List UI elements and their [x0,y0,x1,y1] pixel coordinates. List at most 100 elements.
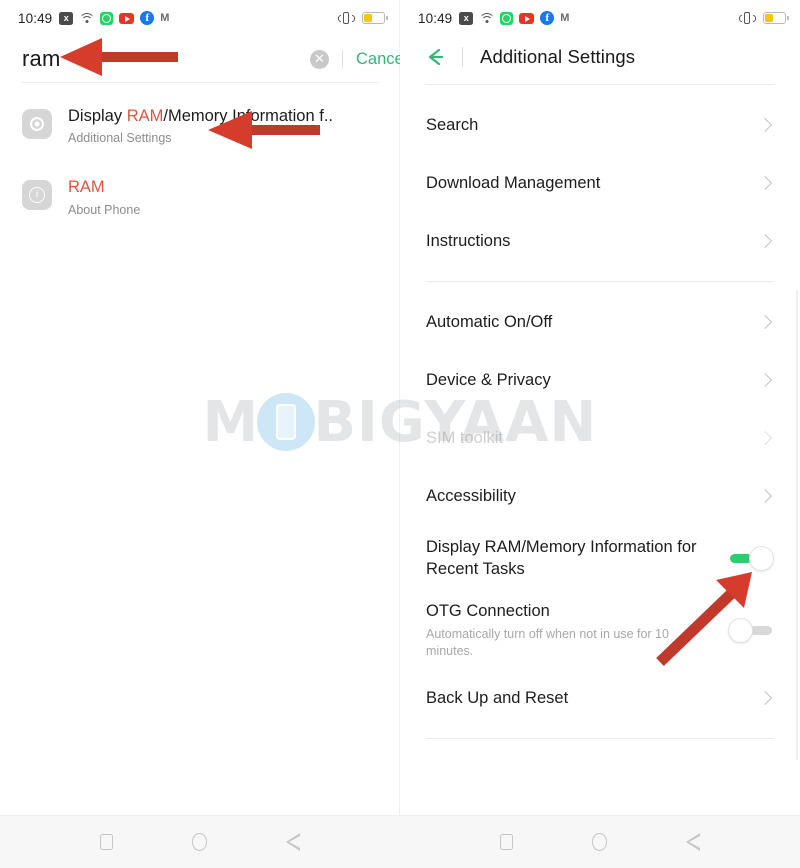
settings-row-label: Search [426,115,479,134]
settings-row-label: SIM toolkit [426,428,504,447]
row-main: Back Up and Reset [426,687,760,709]
row-main: Search [426,114,760,136]
home-circle-icon[interactable] [187,829,213,855]
nav-bar-right [400,816,800,868]
result-title-prefix-1: Display [68,107,127,125]
search-result-subtitle-1: Additional Settings [68,131,172,146]
nav-bar-left [0,816,400,868]
back-arrow-icon[interactable] [422,44,448,70]
system-navigation-bar [0,815,800,868]
app-bar-divider [462,47,463,67]
chevron-right-icon [757,233,773,249]
vertical-scrollbar[interactable] [795,290,798,760]
right-screen-additional-settings: 10:49 x f M Additional Settings Search D… [400,0,800,868]
search-result-row-1[interactable]: Display RAM/Memory Information f.. Addit… [0,97,399,154]
dual-screenshot-container: 10:49 x f M ✕ Cancel [0,0,800,868]
settings-row-label: Display RAM/Memory Information for Recen… [426,537,697,578]
settings-row-back-up-and-reset[interactable]: Back Up and Reset [400,669,800,727]
result-title-highlight-1: RAM [126,107,164,125]
search-result-text-1: Display RAM/Memory Information f.. Addit… [68,106,381,145]
settings-target-icon [22,109,52,139]
toggle-knob [728,617,753,643]
header-separator [426,84,774,85]
toggle-display-ram-memory[interactable] [728,545,774,571]
status-icon-group-right: x f M [459,11,738,25]
badge-icon: x [59,11,74,25]
status-bar-left: 10:49 x f M [0,0,399,36]
row-main: Device & Privacy [426,369,760,391]
chevron-right-icon [757,314,773,330]
settings-row-description: Automatically turn off when not in use f… [426,627,669,659]
settings-row-label: OTG Connection [426,601,550,620]
chevron-right-icon [757,175,773,191]
status-right-group [337,11,388,25]
row-main: Display RAM/Memory Information for Recen… [426,536,728,581]
status-bar-right: 10:49 x f M [400,0,800,36]
app-bar: Additional Settings [400,36,800,86]
row-main: Automatic On/Off [426,311,760,333]
search-results-list: Display RAM/Memory Information f.. Addit… [0,83,399,226]
status-time: 10:49 [18,10,53,26]
settings-row-otg-connection[interactable]: OTG Connection Automatically turn off wh… [400,591,800,669]
row-main: Download Management [426,172,760,194]
page-title: Additional Settings [480,46,636,67]
whatsapp-icon [100,11,114,25]
home-circle-icon[interactable] [587,829,613,855]
toggle-track [750,625,772,635]
toggle-otg-connection[interactable] [728,617,774,643]
clear-icon[interactable]: ✕ [310,49,329,69]
settings-row-label: Automatic On/Off [426,312,553,331]
gmail-icon: M [160,12,169,24]
youtube-icon [519,12,535,24]
settings-row-device-privacy[interactable]: Device & Privacy [400,351,800,409]
battery-icon [763,12,789,24]
settings-row-accessibility[interactable]: Accessibility [400,467,800,525]
toggle-knob [749,545,774,571]
status-time-right: 10:49 [418,10,453,26]
search-input[interactable] [22,46,310,72]
facebook-icon: f [140,11,155,25]
search-bar[interactable]: ✕ Cancel [0,36,407,82]
search-result-title-1: Display RAM/Memory Information f.. [68,107,333,125]
battery-icon [362,12,388,24]
whatsapp-icon [500,11,514,25]
chevron-right-icon [757,430,773,446]
settings-row-download-management[interactable]: Download Management [400,154,800,212]
row-main: OTG Connection Automatically turn off wh… [426,600,728,660]
back-triangle-icon[interactable] [280,829,306,855]
facebook-icon: f [540,11,555,25]
settings-row-label: Instructions [426,231,511,250]
settings-row-label: Back Up and Reset [426,688,569,707]
settings-row-sim-toolkit[interactable]: SIM toolkit [400,409,800,467]
chevron-right-icon [757,690,773,706]
settings-row-label: Download Management [426,173,601,192]
settings-row-label: Accessibility [426,486,516,505]
settings-row-instructions[interactable]: Instructions [400,212,800,270]
back-triangle-icon[interactable] [680,829,706,855]
badge-icon: x [459,11,474,25]
settings-row-label: Device & Privacy [426,370,551,389]
info-icon: i [22,180,52,211]
row-main: SIM toolkit [426,427,760,449]
vibrate-icon [337,11,355,25]
chevron-right-icon [757,117,773,133]
settings-row-display-ram-memory[interactable]: Display RAM/Memory Information for Recen… [400,525,800,591]
vibrate-icon [738,11,756,25]
recents-square-icon[interactable] [494,829,520,855]
wifi-icon [478,12,495,24]
bottom-separator [426,738,774,739]
result-title-suffix-1: /Memory Information f.. [163,107,333,125]
status-icon-group: x f M [59,11,337,25]
chevron-right-icon [757,488,773,504]
search-result-title-2: RAM [68,178,105,197]
search-result-row-2[interactable]: i RAM About Phone [0,168,399,225]
chevron-right-icon [757,372,773,388]
gmail-icon: M [560,12,569,24]
youtube-icon [119,12,135,24]
settings-row-search[interactable]: Search [400,96,800,154]
row-main: Accessibility [426,485,760,507]
settings-row-automatic-on-off[interactable]: Automatic On/Off [400,293,800,351]
search-result-subtitle-2: About Phone [68,202,141,217]
recents-square-icon[interactable] [94,829,120,855]
search-divider [342,50,343,68]
